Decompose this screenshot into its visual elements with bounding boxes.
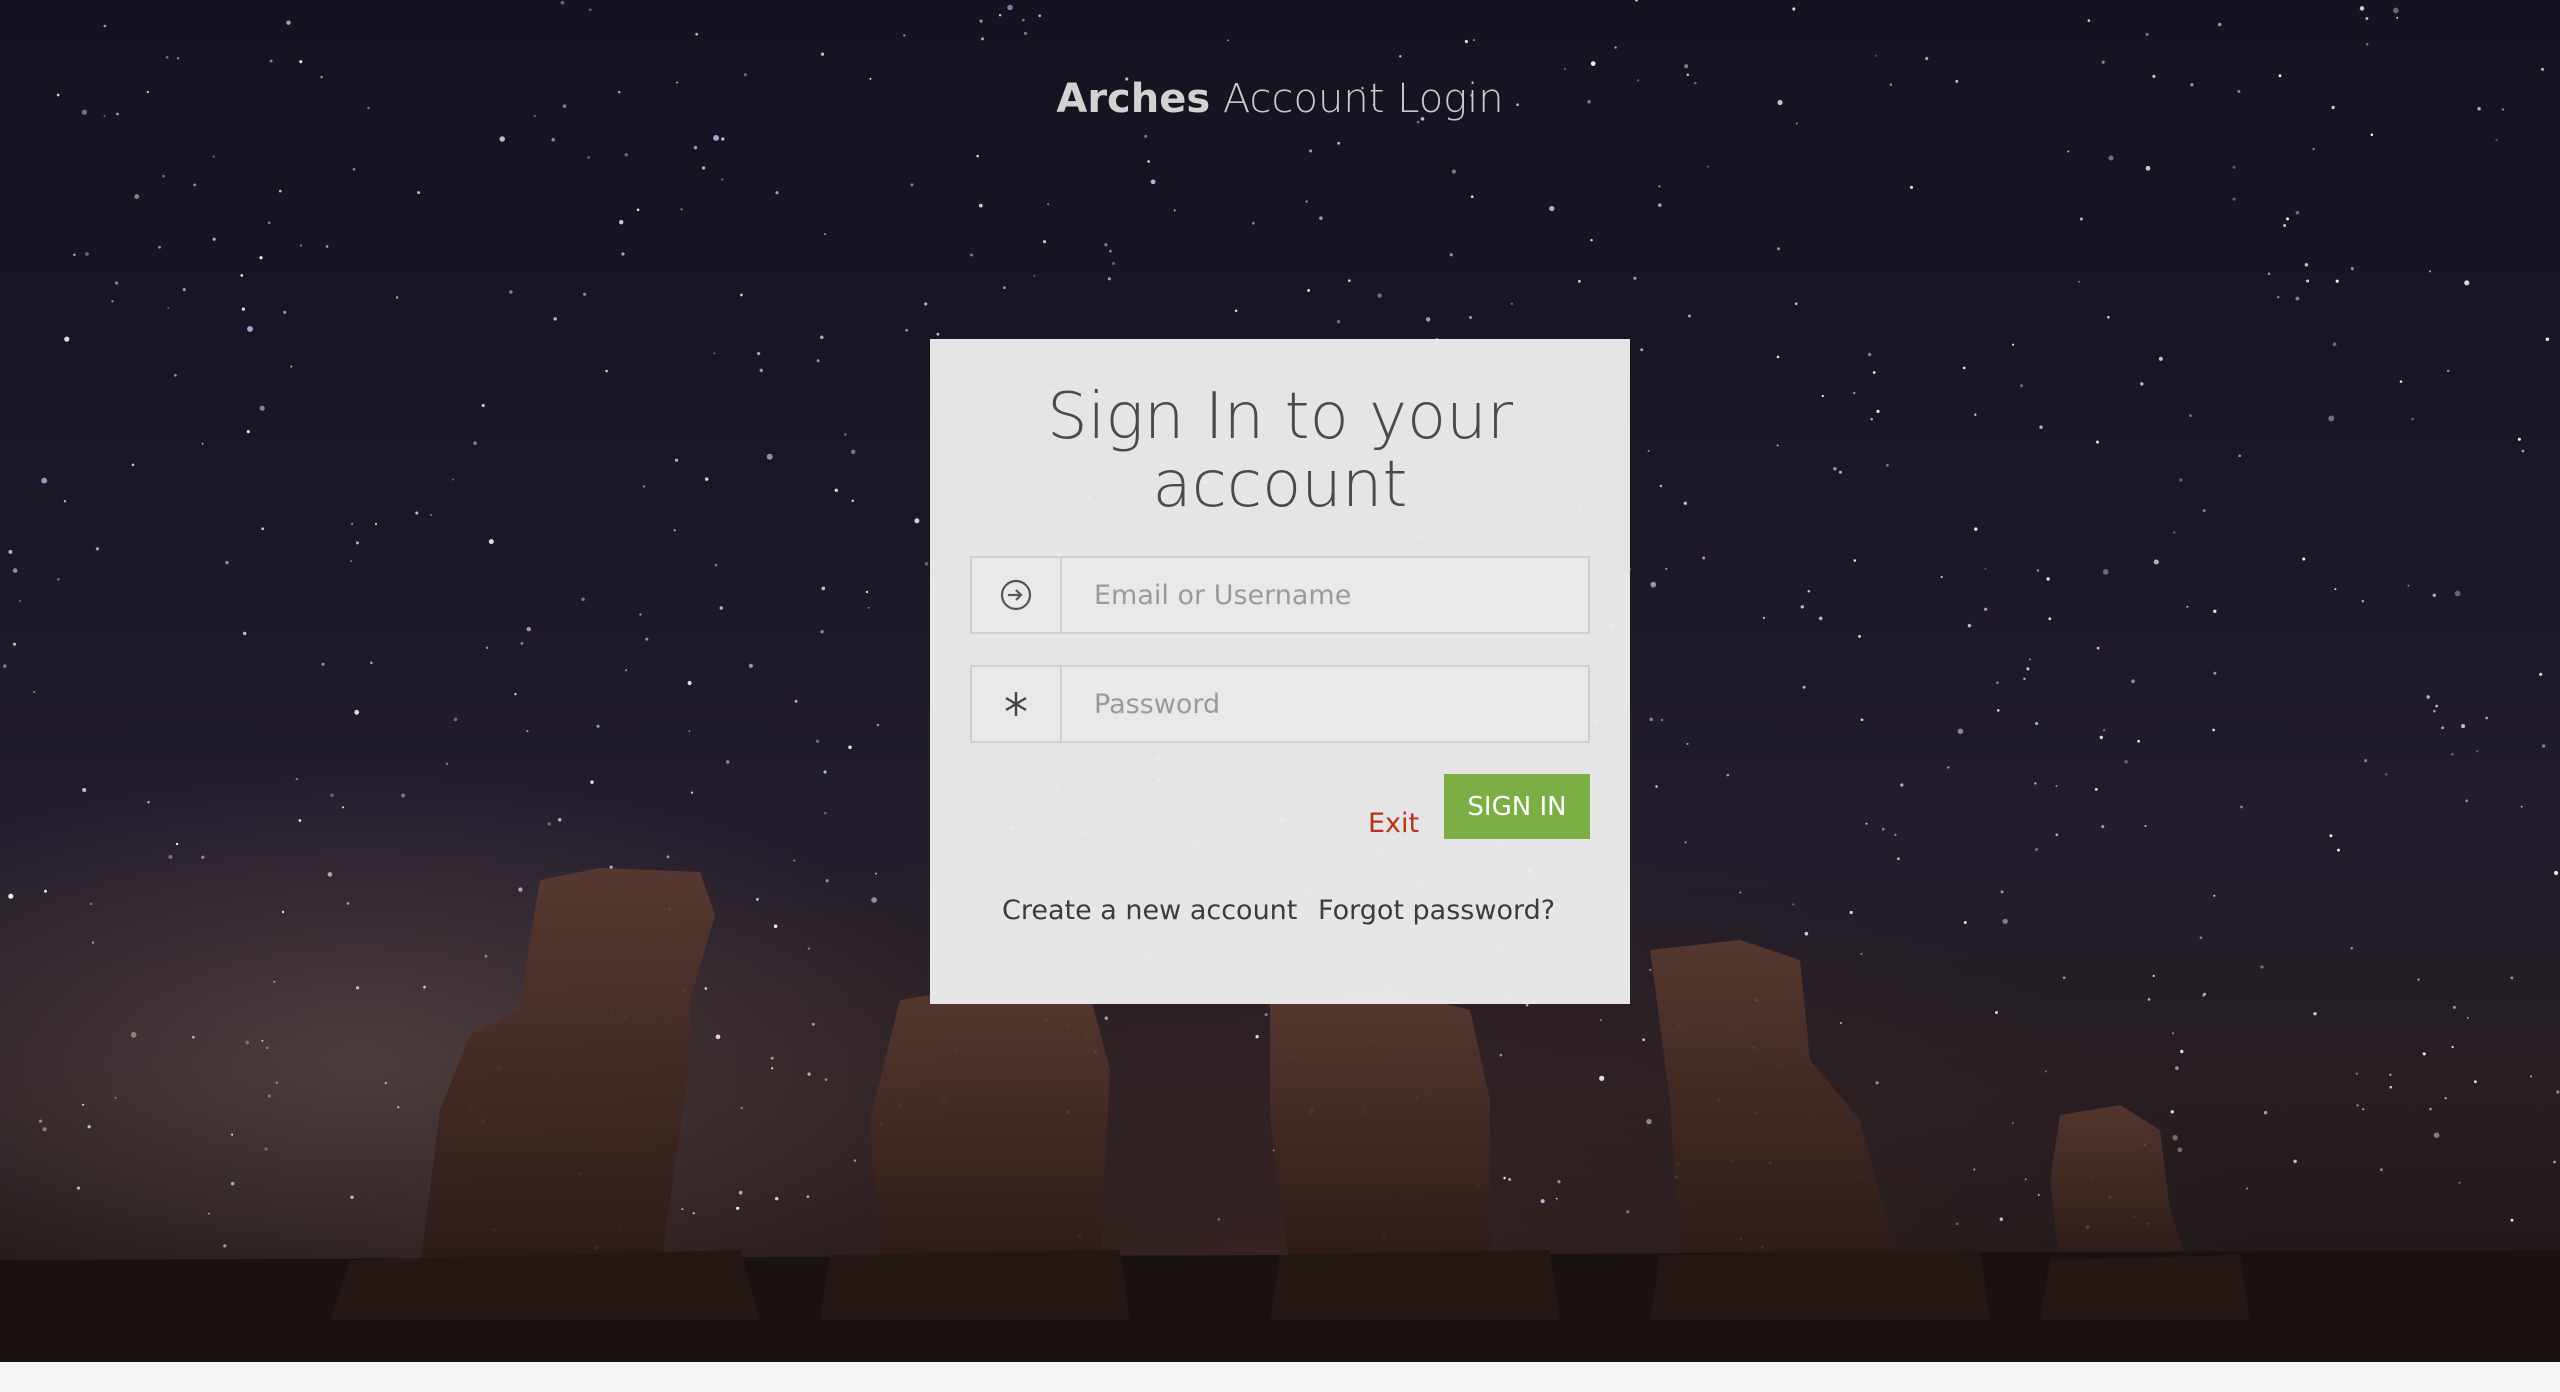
page-header-title: Arches Account Login [0, 76, 2560, 122]
password-input[interactable] [1062, 667, 1588, 741]
header-subtitle: Account Login [1222, 76, 1504, 122]
forgot-password-link[interactable]: Forgot password? [1318, 895, 1555, 926]
exit-link[interactable]: Exit [1368, 792, 1419, 856]
page-footer-strip [0, 1362, 2560, 1392]
asterisk-icon [972, 667, 1062, 741]
password-input-group [970, 665, 1590, 743]
brand-name: Arches [1056, 76, 1211, 122]
create-account-link[interactable]: Create a new account [1002, 895, 1297, 926]
sign-in-icon [972, 558, 1062, 632]
login-card: Sign In to your account Exit SIGN IN Cre… [930, 339, 1630, 1004]
login-heading: Sign In to your account [1047, 380, 1513, 522]
username-input[interactable] [1062, 558, 1588, 632]
sign-in-button[interactable]: SIGN IN [1444, 774, 1590, 839]
username-input-group [970, 556, 1590, 634]
